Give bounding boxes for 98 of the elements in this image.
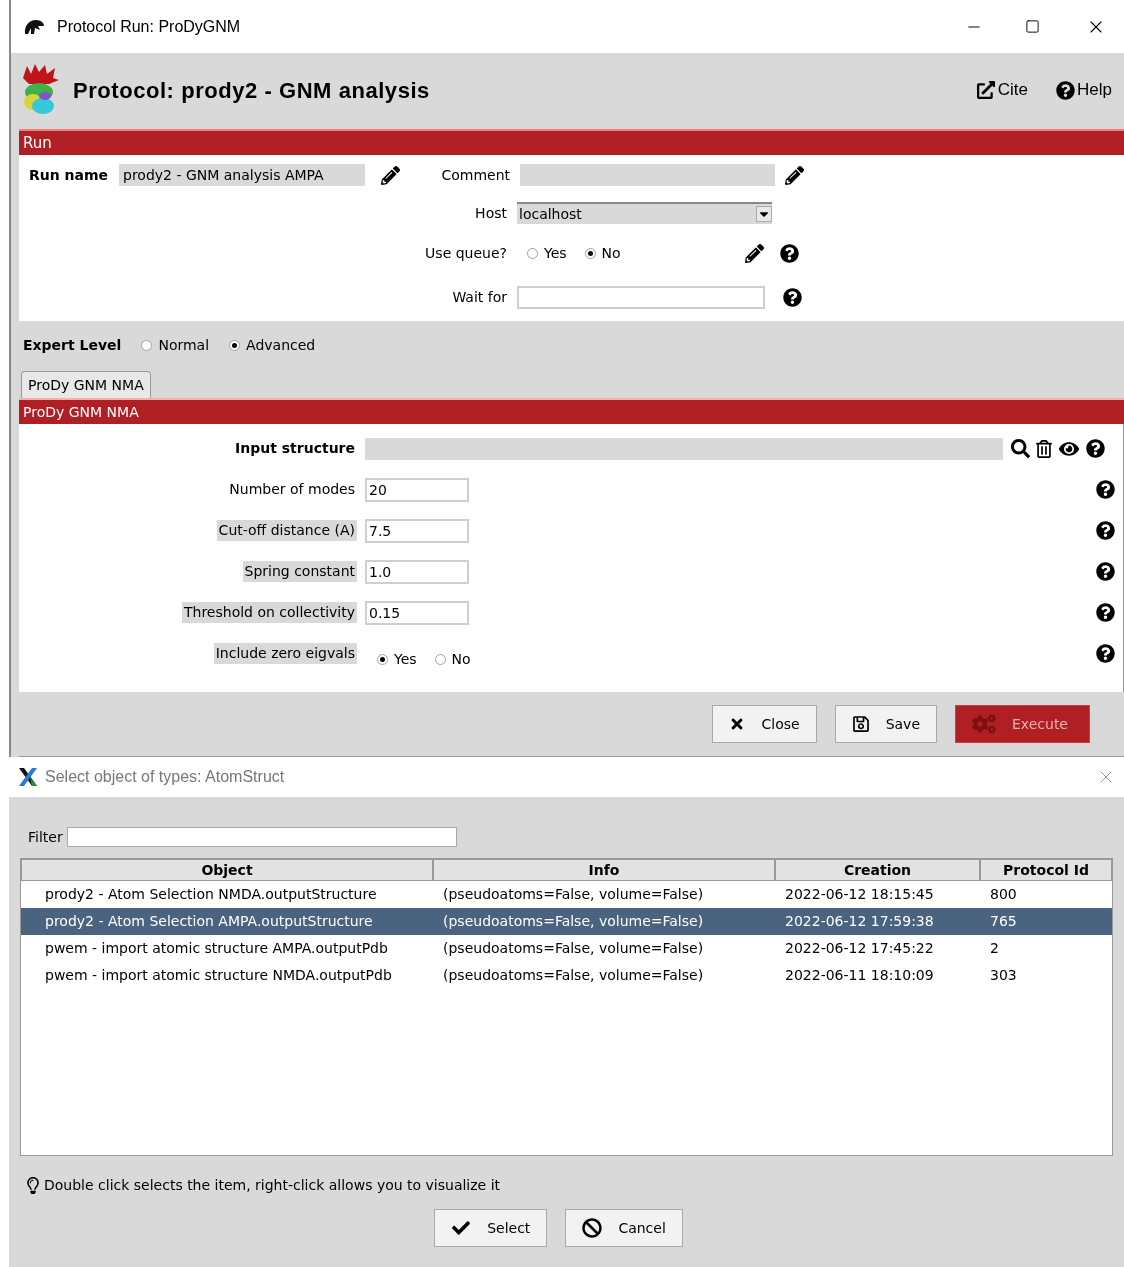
dialog-title: Select object of types: AtomStruct	[45, 767, 285, 787]
option-label: Normal	[158, 335, 210, 355]
help-icon[interactable]	[780, 243, 799, 263]
help-icon	[1056, 80, 1076, 100]
close-button[interactable]: Close	[712, 705, 817, 743]
window-title: Protocol Run: ProDyGNM	[57, 16, 241, 37]
expert-level-label: Expert Level	[23, 335, 122, 355]
param-label: Threshold on collectivity	[182, 602, 357, 623]
run-name-field[interactable]: prody2 - GNM analysis AMPA	[119, 164, 365, 186]
table-row[interactable]: pwem - import atomic structure NMDA.outputPdb (pseudoatoms=False, volume=False) 2022-06-11 18:10:09 303	[21, 962, 1112, 989]
lightbulb-icon	[26, 1176, 40, 1194]
param-field[interactable]: 20	[365, 477, 469, 502]
cancel-button[interactable]: Cancel	[565, 1209, 683, 1247]
external-link-icon	[975, 81, 996, 99]
radio-button[interactable]	[584, 247, 596, 259]
x-logo	[17, 766, 39, 788]
check-icon	[451, 1219, 472, 1237]
help-icon[interactable]	[1096, 562, 1115, 581]
column-header[interactable]: Object	[21, 859, 433, 881]
select-button[interactable]: Select	[434, 1209, 548, 1247]
radio-button[interactable]	[527, 247, 538, 259]
field-label: Host	[474, 203, 507, 223]
param-label: Number of modes	[228, 480, 356, 499]
caret-icon	[756, 206, 772, 222]
field-label: Run name	[29, 165, 110, 185]
save-icon	[851, 715, 870, 733]
field-label: Wait for	[451, 287, 507, 307]
radio-button[interactable]	[434, 654, 446, 665]
table-row[interactable]: prody2 - Atom Selection NMDA.outputStructure (pseudoatoms=False, volume=False) 2022-06-12 18:15:45 800	[21, 881, 1112, 908]
param-label: Input structure	[234, 439, 356, 458]
filter-field[interactable]	[66, 827, 457, 847]
table-cell-text: pwem - import atomic structure AMPA.outputPdb	[44, 939, 389, 958]
param-field[interactable]: 7.5	[365, 518, 469, 543]
param-field[interactable]: 0.15	[365, 600, 469, 625]
help-icon[interactable]	[1086, 439, 1105, 458]
tab[interactable]: ProDy GNM NMA	[21, 371, 151, 398]
table-cell-text: 2022-06-12 17:59:38	[784, 912, 935, 931]
radio-button[interactable]	[141, 339, 153, 351]
table-cell-text: 765	[989, 912, 1018, 931]
radio-button[interactable]	[377, 654, 388, 665]
table-cell-text: (pseudoatoms=False, volume=False)	[442, 885, 705, 904]
trash-icon[interactable]	[1036, 439, 1052, 458]
help-icon[interactable]	[783, 287, 802, 307]
table-cell-text: 800	[989, 885, 1018, 904]
execute-button[interactable]: Execute	[955, 705, 1090, 743]
param-label: Include zero eigvals	[213, 643, 357, 664]
cancel-icon	[582, 1218, 603, 1238]
table-cell-text: (pseudoatoms=False, volume=False)	[442, 912, 705, 931]
table-cell-text: 2	[989, 939, 1000, 958]
radio-button[interactable]	[229, 339, 241, 351]
option-label: Yes	[544, 243, 567, 263]
gears-icon	[972, 714, 996, 734]
table-cell-text: prody2 - Atom Selection NMDA.outputStructure	[44, 885, 378, 904]
help-icon[interactable]	[1096, 644, 1115, 663]
help-icon[interactable]	[1096, 521, 1115, 540]
help-link[interactable]: Help	[1056, 77, 1112, 103]
help-icon[interactable]	[1096, 603, 1115, 622]
section-header: Run	[19, 129, 1124, 155]
option-label: No	[451, 650, 471, 669]
table-cell-text: (pseudoatoms=False, volume=False)	[442, 939, 705, 958]
pencil-icon[interactable]	[785, 165, 804, 185]
table-cell-text: 2022-06-12 17:45:22	[784, 939, 935, 958]
table-cell-text: 2022-06-11 18:10:09	[784, 966, 935, 985]
table-row[interactable]: prody2 - Atom Selection AMPA.outputStructure (pseudoatoms=False, volume=False) 2022-06-12 17:59:38 765	[21, 908, 1112, 935]
eye-icon[interactable]	[1058, 439, 1080, 458]
param-label: Spring constant	[242, 561, 357, 582]
input-structure-field[interactable]	[365, 437, 1003, 460]
help-icon[interactable]	[1096, 480, 1115, 499]
filter-label: Filter	[28, 827, 63, 847]
option-label: Yes	[394, 650, 417, 669]
hint-text: Double click selects the item, right-click allows you to visualize it	[44, 1175, 501, 1195]
table-cell-text: (pseudoatoms=False, volume=False)	[442, 966, 705, 985]
param-field[interactable]: 1.0	[365, 559, 469, 584]
comment-field[interactable]	[520, 164, 775, 186]
cite-link[interactable]: Cite	[975, 77, 1029, 103]
param-label: Cut-off distance (A)	[216, 520, 357, 541]
table-row[interactable]: pwem - import atomic structure AMPA.outputPdb (pseudoatoms=False, volume=False) 2022-06-12 17:45:22 2	[21, 935, 1112, 962]
table-cell-text: 2022-06-12 18:15:45	[784, 885, 935, 904]
column-header[interactable]: Creation	[775, 859, 980, 881]
option-label: Advanced	[246, 335, 316, 355]
table-cell-text: prody2 - Atom Selection AMPA.outputStructure	[44, 912, 374, 931]
protocol-title: Protocol: prody2 - GNM analysis	[73, 76, 430, 105]
search-icon[interactable]	[1011, 439, 1030, 458]
column-header[interactable]: Info	[433, 859, 775, 881]
field-label: Use queue?	[424, 243, 507, 263]
column-header[interactable]: Protocol Id	[980, 859, 1112, 881]
table-cell-text: 303	[989, 966, 1018, 985]
wait-for-field[interactable]	[517, 285, 765, 309]
pencil-icon[interactable]	[745, 243, 764, 263]
option-label: No	[601, 243, 621, 263]
maximize-icon[interactable]	[1025, 19, 1040, 34]
pencil-icon[interactable]	[381, 165, 400, 185]
field-label: Comment	[440, 165, 510, 185]
host-dropdown[interactable]: localhost	[517, 202, 772, 224]
section-header: ProDy GNM NMA	[19, 398, 1124, 424]
save-button[interactable]: Save	[834, 705, 937, 743]
table-cell-text: pwem - import atomic structure NMDA.outputPdb	[44, 966, 393, 985]
helmet-icon	[23, 17, 45, 36]
